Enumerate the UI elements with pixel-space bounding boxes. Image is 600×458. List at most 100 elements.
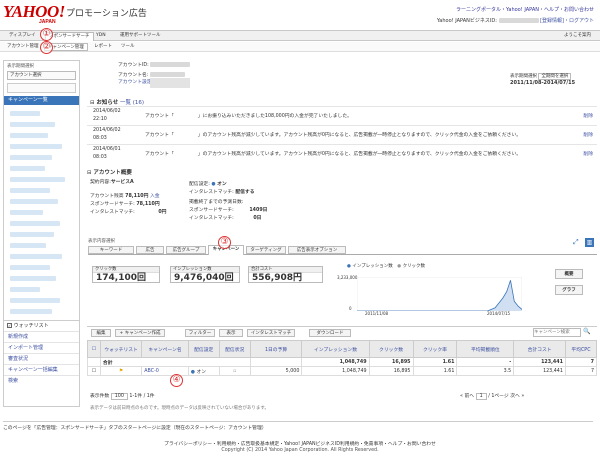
filter-button[interactable]: フィルター	[185, 329, 215, 337]
campaign-tree-item[interactable]	[10, 309, 52, 314]
col-cpc[interactable]: 平均CPC	[564, 340, 598, 358]
campaign-tree-item[interactable]	[10, 122, 55, 127]
campaign-tree-item[interactable]	[10, 155, 52, 160]
sidebar-item-search[interactable]: 検索	[4, 375, 79, 386]
sidebar-item-new[interactable]: 新規作成	[4, 331, 79, 342]
campaign-tree-item[interactable]	[10, 111, 40, 116]
flag-icon[interactable]: ⚑	[99, 366, 143, 376]
range-total: / 1件	[143, 394, 155, 399]
deposit-link[interactable]: 入金	[150, 194, 160, 199]
col-delivery[interactable]: 配信設定	[187, 340, 220, 358]
tab-display[interactable]: ディスプレイ	[6, 32, 39, 40]
subtab-account[interactable]: アカウント管理	[4, 43, 42, 51]
next-page-link[interactable]: 次へ »	[510, 394, 524, 399]
display-button[interactable]: 表示	[219, 329, 243, 337]
campaign-tree-item[interactable]	[10, 133, 48, 138]
col-position[interactable]: 平均掲載順位	[456, 340, 515, 358]
metric-cost[interactable]: 合計コスト 556,908円	[248, 266, 323, 283]
interest-match-button[interactable]: インタレストマッチ	[247, 329, 295, 337]
campaign-tree-item[interactable]	[10, 210, 43, 215]
news-delete-link[interactable]: 削除	[583, 112, 593, 119]
view-tab-targeting[interactable]: ターゲティング	[246, 246, 286, 254]
metric-clicks[interactable]: クリック数 174,100回	[92, 266, 160, 283]
yahoo-logo[interactable]: YAHOO!	[3, 3, 65, 20]
page-input[interactable]: 1	[475, 393, 487, 400]
start-page-link[interactable]: このページを「広告管理：スポンサードサーチ」タブのスタートページに設定（現在のス…	[3, 421, 593, 431]
graph-button[interactable]: グラフ	[555, 285, 583, 295]
summary-button[interactable]: 概要	[555, 269, 583, 279]
campaign-tree-item[interactable]	[10, 254, 62, 259]
delivery-label: 配信設定:	[189, 182, 210, 187]
campaign-tree-item[interactable]	[10, 177, 65, 182]
trend-chart: ● インプレッション数 ● クリック数 3,233,000 0 2011/11/…	[337, 263, 525, 318]
campaign-tree-item[interactable]	[10, 188, 50, 193]
col-campaign-name[interactable]: キャンペーン名	[141, 340, 189, 358]
im-days-label: インタレストマッチ:	[189, 216, 234, 221]
col-cost[interactable]: 合計コスト	[513, 340, 566, 358]
metric-impressions[interactable]: インプレッション数 9,476,040回	[170, 266, 240, 283]
top-links[interactable]: ラーニングポータル・Yahoo! JAPAN・ヘルプ・お問い合わせ	[456, 6, 594, 13]
table-row: ☐ ⚑ ABC-0 ● オン ▫ 5,000 1,048,749 16,895 …	[87, 366, 598, 376]
campaign-tree-item[interactable]	[10, 221, 60, 226]
campaign-tree-item[interactable]	[10, 287, 40, 292]
expand-icon[interactable]: ⤢	[573, 238, 579, 247]
view-tab-keyword[interactable]: キーワード	[88, 246, 134, 254]
tab-ydn[interactable]: YDN	[93, 32, 109, 40]
sidebar-item-review[interactable]: 審査状況	[4, 353, 79, 364]
x-axis-start: 2011/11/08	[365, 311, 389, 316]
period-picker[interactable]: 表示期間選択 全期間を選択 2011/11/08-2014/07/15	[510, 73, 575, 86]
campaign-tree-item[interactable]	[10, 144, 62, 149]
period-select[interactable]: 全期間を選択	[538, 73, 572, 80]
sidebar-item-bulk-edit[interactable]: キャンペーン一括編集	[4, 364, 79, 375]
yahoo-logo-sub: JAPAN	[39, 19, 56, 25]
download-button[interactable]: ダウンロード	[309, 329, 351, 337]
sidebar-campaign-list[interactable]: キャンペーン一覧	[4, 96, 79, 105]
footer-links[interactable]: プライバシーポリシー・利用規約・広告取扱基本規定・Yahoo! JAPANビジネ…	[0, 440, 600, 447]
row-cpc: 7	[564, 366, 598, 376]
campaign-search-input[interactable]	[533, 328, 581, 337]
edit-button[interactable]: 編集	[91, 329, 111, 337]
col-budget[interactable]: 1日の予算	[249, 340, 303, 358]
campaign-tree-item[interactable]	[10, 276, 56, 281]
news-delete-link[interactable]: 削除	[583, 131, 593, 138]
account-search-input[interactable]	[7, 83, 76, 93]
subtab-report[interactable]: レポート	[91, 43, 115, 51]
col-ctr[interactable]: クリック率	[412, 340, 458, 358]
campaign-tree-item[interactable]	[10, 243, 46, 248]
campaign-name-link[interactable]: ABC-0	[141, 366, 189, 376]
row-checkbox[interactable]: ☐	[87, 366, 101, 376]
user-links[interactable]: [登録情報]・ログアウト	[540, 18, 594, 24]
search-icon[interactable]: 🔍	[583, 328, 590, 335]
watchlist-row[interactable]: ✓ ウォッチリスト	[4, 320, 79, 331]
view-tab-ad-options[interactable]: 広告表示オプション	[288, 246, 346, 254]
account-select[interactable]: アカウント選択	[7, 71, 76, 80]
watchlist-checkbox[interactable]: ✓	[7, 323, 12, 328]
campaign-tree-item[interactable]	[10, 199, 58, 204]
welcome-link[interactable]: ようこそ案内	[561, 32, 594, 40]
view-tab-adgroup[interactable]: 広告グループ	[166, 246, 206, 254]
callout-3: ③	[218, 236, 231, 249]
campaign-tree-item[interactable]	[10, 298, 60, 303]
campaign-tree	[4, 105, 79, 320]
col-status[interactable]: 配信状況	[218, 340, 251, 358]
view-tab-ad[interactable]: 広告	[136, 246, 164, 254]
col-clicks[interactable]: クリック数	[368, 340, 414, 358]
tab-support-tools[interactable]: 運用サポートツール	[117, 32, 164, 40]
col-watchlist[interactable]: ウォッチリスト	[99, 340, 143, 358]
select-all-checkbox[interactable]: ☐	[87, 340, 101, 358]
row-position: 3.5	[456, 366, 515, 376]
col-impressions[interactable]: インプレッション数	[301, 340, 370, 358]
account-overview: ⊟ アカウント概要 契約内容:サービスA アカウント残高 78,110円 入金 …	[87, 168, 387, 230]
chart-icon[interactable]: ▥	[585, 238, 594, 247]
campaign-tree-item[interactable]	[10, 265, 50, 270]
subtab-tools[interactable]: ツール	[118, 43, 138, 51]
news-delete-link[interactable]: 削除	[583, 150, 593, 157]
campaign-tree-item[interactable]	[10, 232, 54, 237]
callout-1: ①	[40, 28, 53, 41]
status-dot-icon: ●	[211, 182, 216, 187]
campaign-tree-item[interactable]	[10, 166, 45, 171]
create-campaign-button[interactable]: + キャンペーン作成	[115, 329, 165, 337]
prev-page-link[interactable]: « 前へ	[460, 394, 474, 399]
per-page-select[interactable]: 100	[110, 393, 128, 400]
sidebar-item-import[interactable]: インポート管理	[4, 342, 79, 353]
